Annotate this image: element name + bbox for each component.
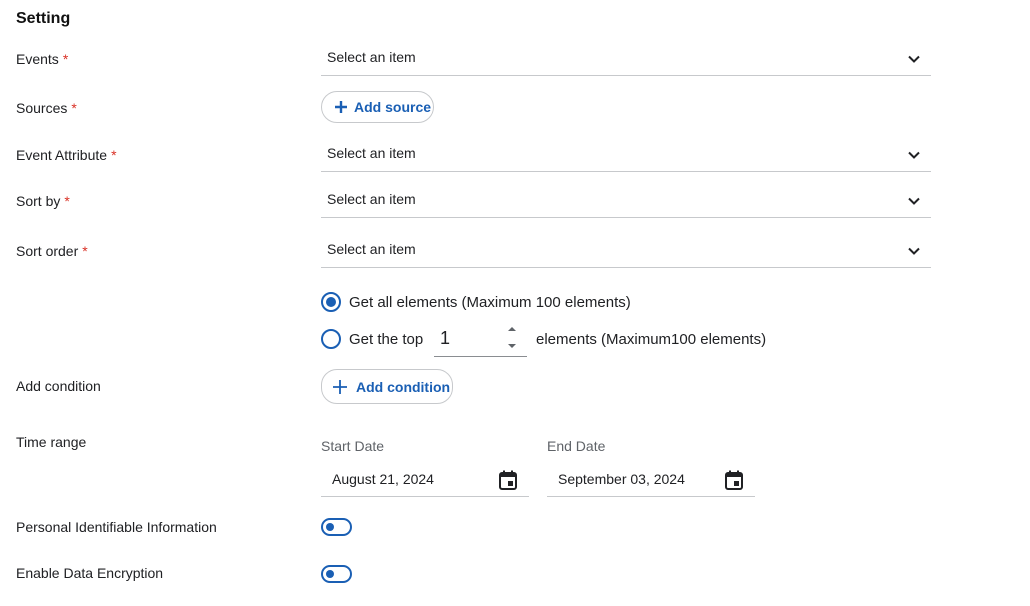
plus-icon — [335, 101, 347, 113]
events-select-value: Select an item — [327, 49, 416, 65]
events-label-text: Events — [16, 51, 59, 67]
end-date-value: September 03, 2024 — [558, 471, 685, 487]
option-top-prefix: Get the top — [349, 330, 424, 348]
add-source-button[interactable]: Add source — [321, 91, 434, 123]
pii-label: Personal Identifiable Information — [16, 519, 217, 535]
calendar-icon[interactable] — [499, 470, 517, 490]
sort-by-label-text: Sort by — [16, 193, 61, 209]
sort-order-select-value: Select an item — [327, 241, 416, 257]
stepper-down-icon[interactable] — [507, 342, 517, 350]
required-marker: * — [71, 100, 77, 116]
required-marker: * — [82, 243, 88, 259]
event-attribute-label-text: Event Attribute — [16, 147, 108, 163]
option-all-radio[interactable] — [321, 292, 341, 312]
start-date-value: August 21, 2024 — [332, 471, 434, 487]
toggle-knob — [326, 570, 334, 578]
event-attribute-select-value: Select an item — [327, 145, 416, 161]
option-all-label: Get all elements (Maximum 100 elements) — [349, 293, 631, 311]
required-marker: * — [64, 193, 70, 209]
option-all-row[interactable]: Get all elements (Maximum 100 elements) — [321, 292, 631, 312]
start-date-caption: Start Date — [321, 438, 385, 454]
event-attribute-select[interactable]: Select an item — [321, 137, 931, 172]
add-source-label: Add source — [354, 99, 432, 115]
plus-icon — [333, 379, 347, 394]
sort-order-label-text: Sort order — [16, 243, 79, 259]
end-date-caption: End Date — [547, 438, 606, 454]
sort-by-select[interactable]: Select an item — [321, 183, 931, 218]
sort-by-select-value: Select an item — [327, 191, 416, 207]
chevron-down-icon — [908, 197, 920, 205]
calendar-icon[interactable] — [725, 470, 743, 490]
add-condition-button[interactable]: Add condition — [321, 369, 453, 404]
chevron-down-icon — [908, 55, 920, 63]
required-marker: * — [62, 51, 69, 67]
sort-order-select[interactable]: Select an item — [321, 233, 931, 268]
end-date-field[interactable]: September 03, 2024 — [547, 462, 755, 497]
sort-order-label: Sort order * — [16, 243, 88, 259]
option-top-radio[interactable] — [321, 329, 341, 349]
stepper-up-icon[interactable] — [507, 325, 517, 333]
required-marker: * — [111, 147, 117, 163]
event-attribute-label: Event Attribute * — [16, 147, 117, 163]
events-select[interactable]: Select an item — [321, 41, 931, 76]
sources-label: Sources * — [16, 100, 77, 116]
option-top-suffix: elements (Maximum100 elements) — [536, 331, 767, 348]
top-count-stepper[interactable]: 1 — [434, 322, 527, 357]
top-count-value: 1 — [440, 328, 451, 348]
option-top-row[interactable]: Get the top — [321, 329, 423, 349]
events-label: Events * — [16, 51, 68, 67]
option-top-suffix-row: elements (Maximum100 elements) — [536, 331, 766, 348]
add-condition-button-label: Add condition — [356, 378, 451, 395]
time-range-label: Time range — [16, 434, 87, 450]
encryption-toggle[interactable] — [321, 565, 352, 583]
page-title: Setting — [16, 10, 71, 27]
pii-toggle[interactable] — [321, 518, 352, 536]
sources-label-text: Sources — [16, 100, 68, 116]
chevron-down-icon — [908, 247, 920, 255]
start-date-field[interactable]: August 21, 2024 — [321, 462, 529, 497]
encryption-label: Enable Data Encryption — [16, 565, 164, 581]
add-condition-label: Add condition — [16, 378, 101, 394]
chevron-down-icon — [908, 151, 920, 159]
sort-by-label: Sort by * — [16, 193, 70, 209]
toggle-knob — [326, 523, 334, 531]
